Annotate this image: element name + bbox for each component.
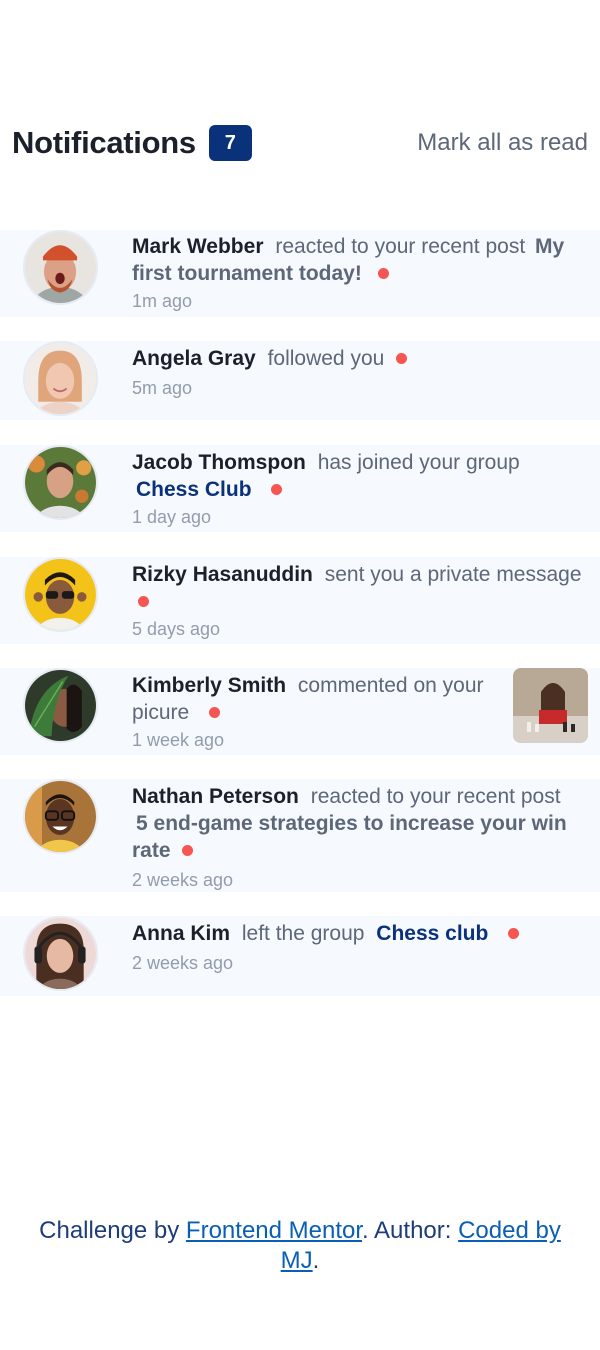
timestamp: 1 week ago [132, 730, 225, 750]
avatar[interactable] [23, 341, 98, 416]
notification-body: Rizky Hasanuddin sent you a private mess… [132, 561, 582, 640]
notifications-header: Notifications 7 Mark all as read [12, 118, 588, 168]
attribution-suffix: . [312, 1247, 320, 1274]
avatar[interactable] [23, 916, 98, 991]
notification-body: Angela Gray followed you 5m ago [132, 345, 582, 399]
action-text: followed you [267, 347, 385, 370]
unread-dot [182, 844, 194, 856]
person-avatar-icon [25, 781, 96, 852]
notification-text: Angela Gray followed you [132, 345, 582, 372]
person-avatar-icon [25, 343, 96, 414]
notification-text: Nathan Peterson reacted to your recent p… [132, 783, 582, 864]
notification-item[interactable]: Angela Gray followed you 5m ago [0, 341, 600, 420]
chess-picture-icon [513, 668, 588, 743]
unread-dot [396, 352, 408, 364]
timestamp: 1m ago [132, 291, 193, 311]
unread-dot [377, 267, 389, 279]
timestamp: 2 weeks ago [132, 953, 234, 973]
person-avatar-icon [25, 918, 96, 989]
unread-dot [271, 483, 283, 495]
group-link[interactable]: Chess Club [136, 478, 252, 501]
commented-picture-thumbnail[interactable] [513, 668, 588, 743]
action-text: reacted to your recent post [275, 235, 526, 258]
unread-dot [138, 595, 149, 607]
mark-all-as-read-button[interactable]: Mark all as read [417, 129, 588, 157]
notification-text: Mark Webber reacted to your recent post … [132, 233, 582, 287]
unread-dot [508, 927, 520, 939]
avatar[interactable] [23, 230, 98, 305]
title-wrap: Notifications 7 [12, 125, 252, 161]
timestamp: 1 day ago [132, 507, 212, 527]
notification-body: Anna Kim left the group Chess club 2 wee… [132, 920, 582, 974]
user-name[interactable]: Angela Gray [132, 347, 256, 370]
attribution-prefix: Challenge by [39, 1217, 186, 1244]
page-title: Notifications [12, 125, 196, 160]
person-avatar-icon [25, 447, 96, 518]
user-name[interactable]: Kimberly Smith [132, 674, 286, 697]
attribution-middle: . Author: [362, 1217, 459, 1244]
user-name[interactable]: Anna Kim [132, 922, 230, 945]
timestamp: 5m ago [132, 378, 193, 398]
notification-item[interactable]: Kimberly Smith commented on your picure … [0, 668, 600, 755]
unread-dot [209, 706, 221, 718]
frontend-mentor-link[interactable]: Frontend Mentor [186, 1217, 362, 1244]
timestamp: 5 days ago [132, 619, 221, 639]
person-avatar-icon [25, 232, 96, 303]
user-name[interactable]: Jacob Thomspon [132, 451, 306, 474]
notification-body: Kimberly Smith commented on your picure … [132, 672, 490, 751]
notification-text: Kimberly Smith commented on your picure [132, 672, 490, 726]
user-name[interactable]: Nathan Peterson [132, 785, 299, 808]
timestamp: 2 weeks ago [132, 870, 234, 890]
avatar[interactable] [23, 557, 98, 632]
post-title-link[interactable]: 5 end-game strategies to increase your w… [132, 812, 567, 862]
action-text: left the group [241, 922, 365, 945]
person-avatar-icon [25, 559, 96, 630]
notification-item[interactable]: Mark Webber reacted to your recent post … [0, 230, 600, 317]
group-link[interactable]: Chess club [376, 922, 488, 945]
action-text: has joined your group [317, 451, 520, 474]
avatar[interactable] [23, 445, 98, 520]
notification-text: Anna Kim left the group Chess club [132, 920, 582, 947]
notification-item[interactable]: Rizky Hasanuddin sent you a private mess… [0, 557, 600, 644]
user-name[interactable]: Mark Webber [132, 235, 264, 258]
notification-body: Nathan Peterson reacted to your recent p… [132, 783, 582, 891]
avatar[interactable] [23, 668, 98, 743]
notification-item[interactable]: Anna Kim left the group Chess club 2 wee… [0, 916, 600, 996]
notification-text: Rizky Hasanuddin sent you a private mess… [132, 561, 582, 615]
action-text: reacted to your recent post [310, 785, 561, 808]
attribution-footer: Challenge by Frontend Mentor. Author: Co… [0, 1216, 600, 1276]
action-text[interactable]: sent you a private message [325, 563, 582, 586]
avatar[interactable] [23, 779, 98, 854]
notification-body: Jacob Thomspon has joined your group Che… [132, 449, 582, 528]
notification-body: Mark Webber reacted to your recent post … [132, 233, 582, 312]
notification-text: Jacob Thomspon has joined your group Che… [132, 449, 582, 503]
unread-count-badge: 7 [208, 125, 252, 161]
person-avatar-icon [25, 670, 96, 741]
user-name[interactable]: Rizky Hasanuddin [132, 563, 313, 586]
notification-item[interactable]: Jacob Thomspon has joined your group Che… [0, 445, 600, 532]
notifications-page: Notifications 7 Mark all as read Mark We… [0, 0, 600, 1350]
notification-item[interactable]: Nathan Peterson reacted to your recent p… [0, 779, 600, 892]
